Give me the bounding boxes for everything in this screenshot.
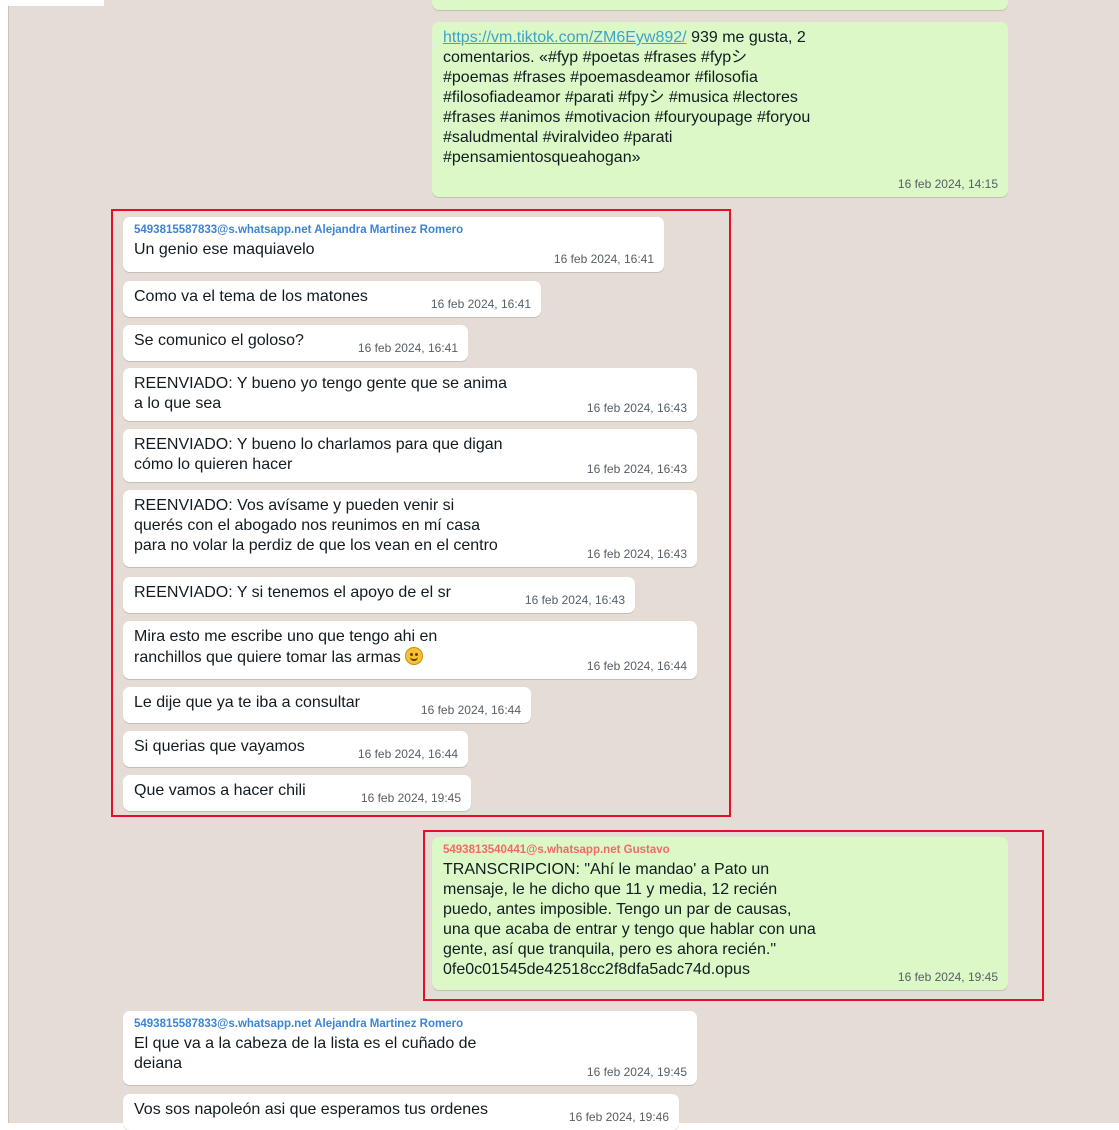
message-line: #pensamientosqueahogan» — [443, 149, 641, 166]
previous-message-bubble — [432, 0, 1008, 10]
tiktok-link[interactable]: https://vm.tiktok.com/ZM6Eyw892/ — [443, 29, 687, 46]
message-bubble-incoming[interactable]: 5493815587833@s.whatsapp.net Alejandra M… — [123, 1011, 697, 1085]
message-line: 939 me gusta, 2 — [686, 29, 806, 46]
panel-top-gap — [8, 0, 104, 6]
message-line: #saludmental #viralvideo #parati — [443, 129, 673, 146]
message-bubble-outgoing[interactable]: https://vm.tiktok.com/ZM6Eyw892/ 939 me … — [432, 22, 1008, 197]
message-line: comentarios. «#fyp #poetas #frases #fypシ — [443, 49, 748, 66]
highlight-box — [423, 830, 1044, 1001]
sender-name: 5493815587833@s.whatsapp.net Alejandra M… — [134, 1018, 464, 1030]
message-line: #frases #animos #motivacion #fouryoupage… — [443, 109, 811, 126]
message-timestamp: 16 feb 2024, 19:45 — [586, 1065, 687, 1079]
message-line: #poemas #frases #poemasdeamor #filosofia — [443, 69, 758, 86]
message-timestamp: 16 feb 2024, 19:46 — [568, 1110, 669, 1124]
message-bubble-incoming[interactable]: Vos sos napoleón asi que esperamos tus o… — [123, 1094, 679, 1130]
message-line: #filosofiadeamor #parati #fpyシ #musica #… — [443, 89, 798, 106]
message-line: El que va a la cabeza de la lista es el … — [134, 1035, 477, 1052]
highlight-box — [111, 209, 731, 817]
message-timestamp: 16 feb 2024, 14:15 — [897, 177, 998, 191]
message-text: https://vm.tiktok.com/ZM6Eyw892/ 939 me … — [443, 28, 998, 48]
